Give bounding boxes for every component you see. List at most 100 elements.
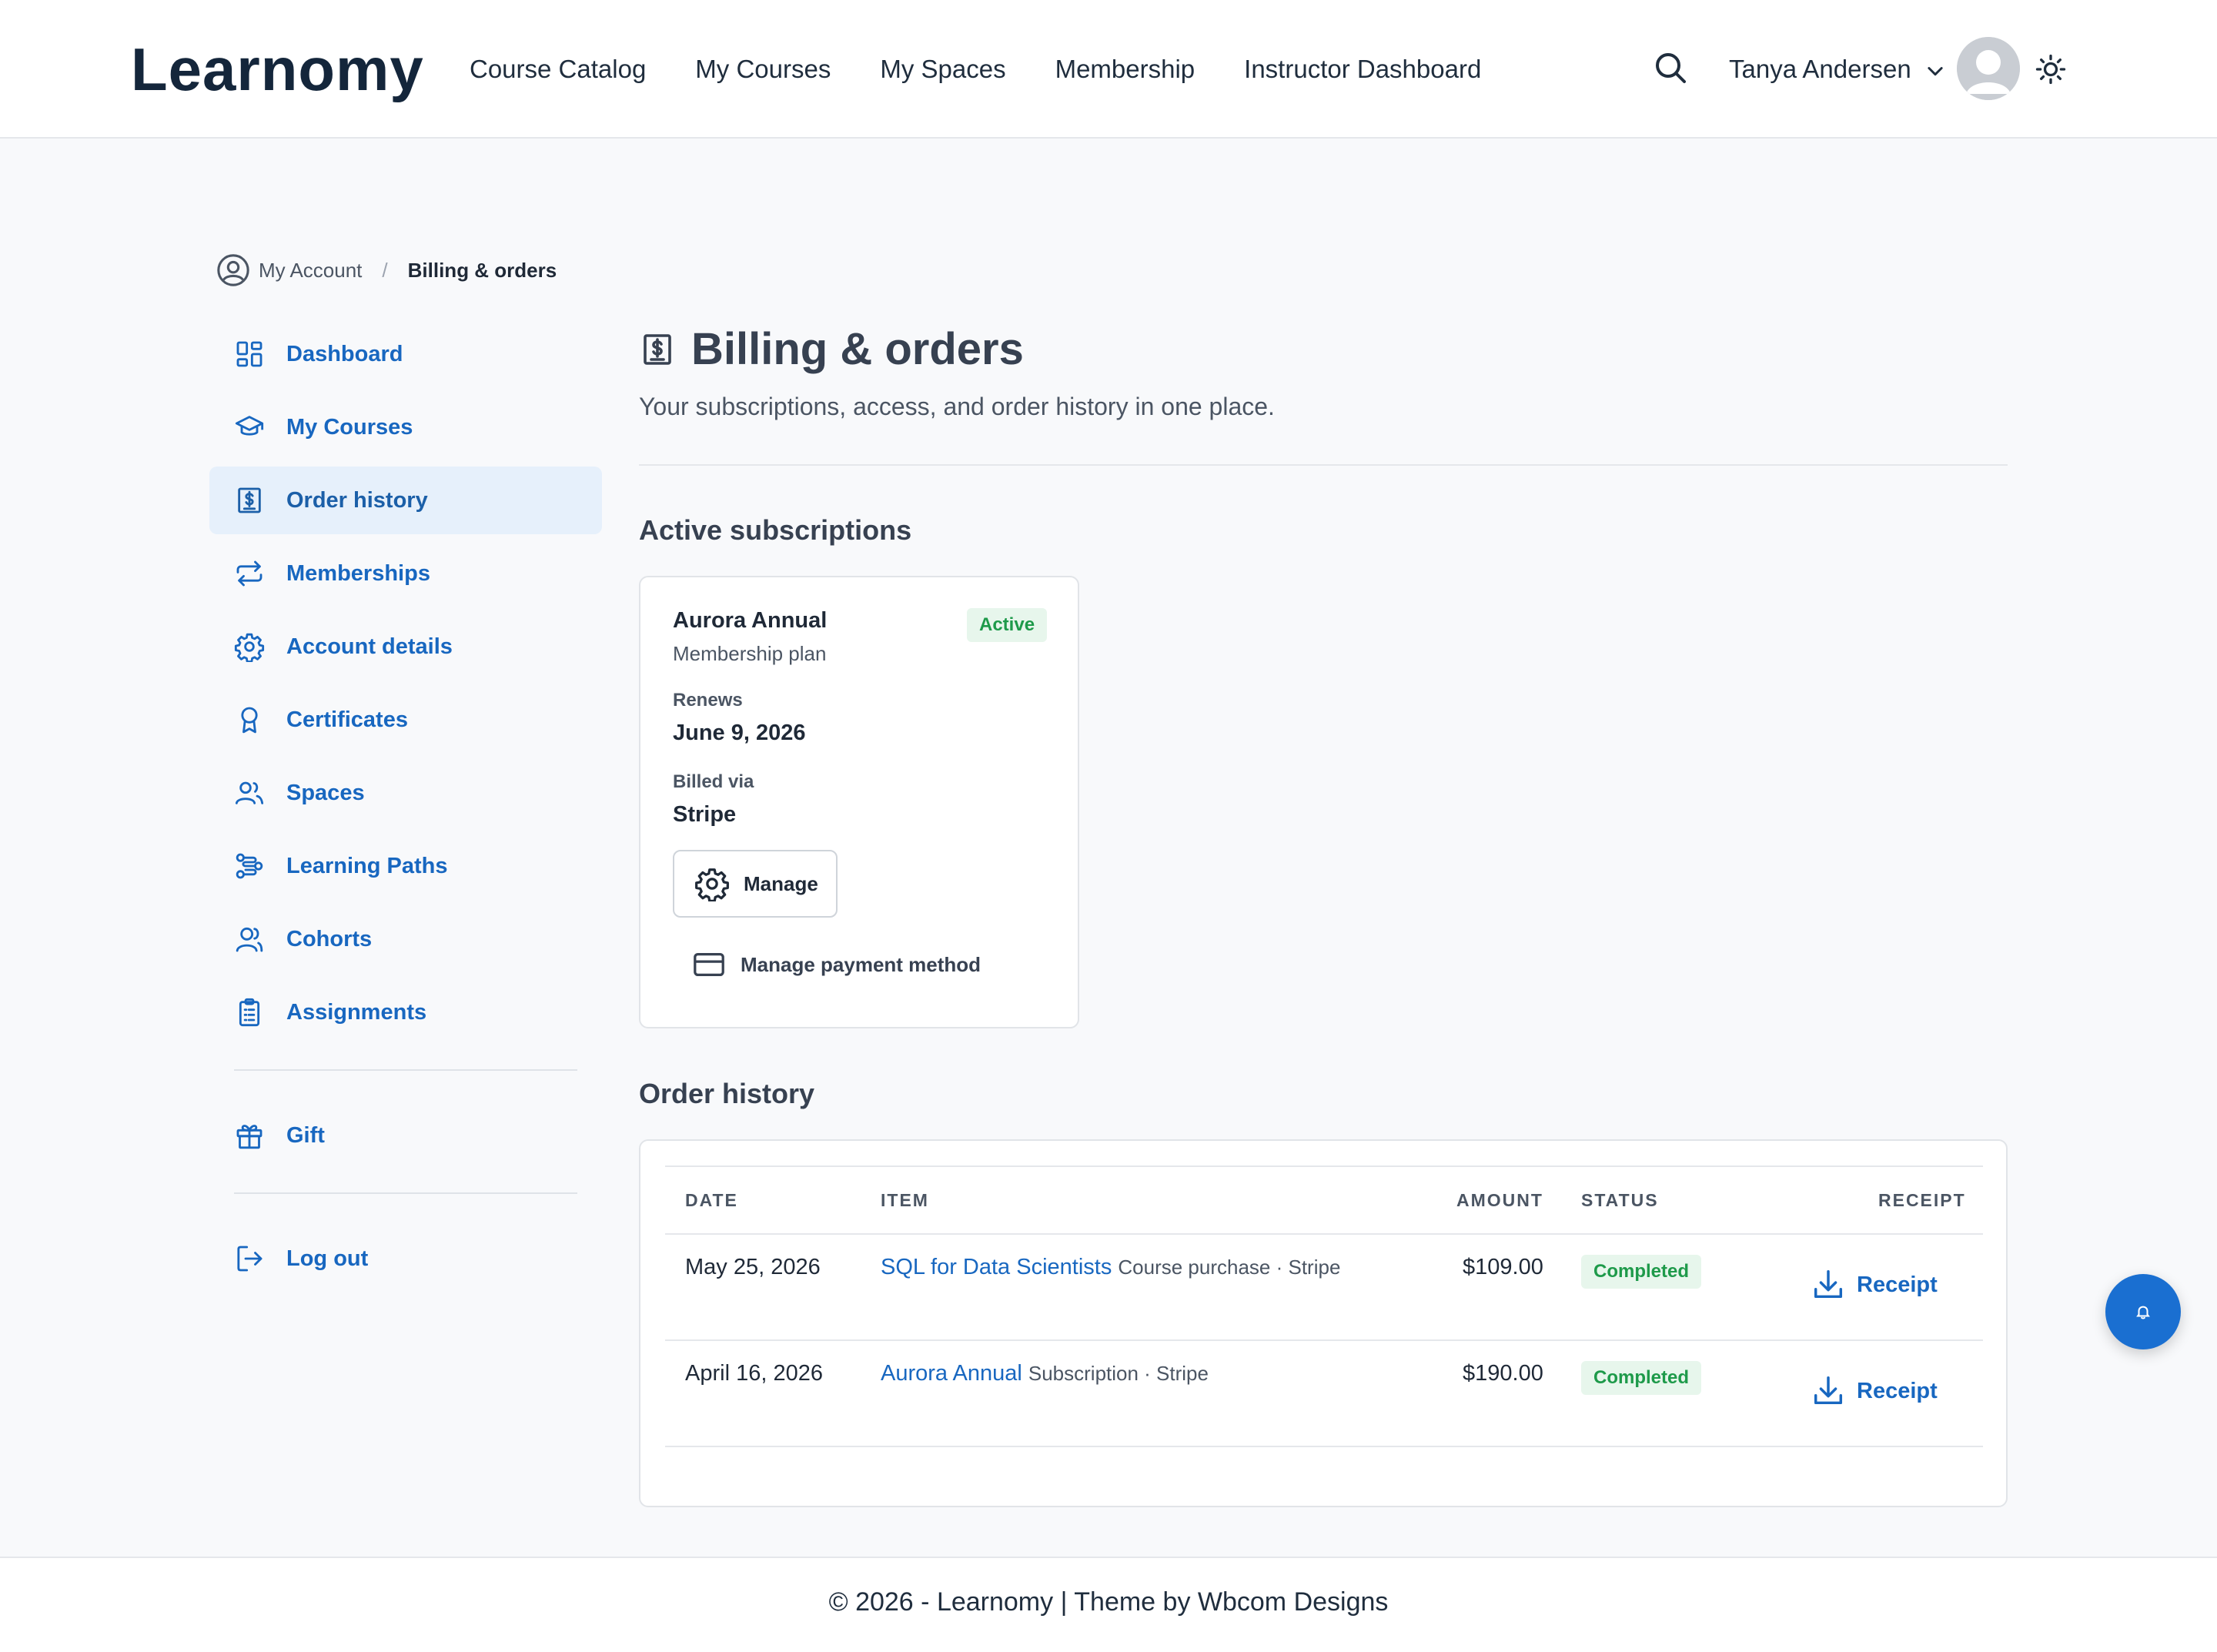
order-amount: $190.00 <box>1463 1361 1543 1386</box>
page-header: Billing & orders <box>639 323 1024 375</box>
sidebar-item-label: Assignments <box>286 999 427 1025</box>
sidebar-item-label: Dashboard <box>286 341 403 366</box>
billed-via-value: Stripe <box>673 802 737 827</box>
manage-subscription-button[interactable]: Manage <box>673 850 838 918</box>
route-icon <box>236 853 263 879</box>
manage-payment-method-link[interactable]: Manage payment method <box>691 947 981 982</box>
sidebar-item-label: Certificates <box>286 707 408 732</box>
renews-date: June 9, 2026 <box>673 721 806 745</box>
gear-icon <box>234 633 265 662</box>
sidebar-item-account-details[interactable]: Account details <box>209 613 602 681</box>
sidebar-item-memberships[interactable]: Memberships <box>209 540 602 607</box>
sidebar-item-label: Account details <box>286 634 453 659</box>
download-icon <box>1814 1376 1843 1405</box>
receipt-label: Receipt <box>1857 1378 1938 1403</box>
order-item-meta: Subscription · Stripe <box>1028 1362 1209 1385</box>
sidebar-item-label: Order history <box>286 487 428 513</box>
sidebar-item-cohorts[interactable]: Cohorts <box>209 905 602 973</box>
footer-author-link[interactable]: Wbcom Designs <box>1198 1587 1389 1617</box>
nav-my-spaces[interactable]: My Spaces <box>880 51 1005 88</box>
sidebar-item-certificates[interactable]: Certificates <box>209 686 602 754</box>
notification-fab-button[interactable] <box>2105 1274 2181 1349</box>
receipt-icon <box>238 487 261 513</box>
chevron-down-icon[interactable] <box>1924 60 1946 82</box>
breadcrumb: My Account / Billing & orders <box>216 252 557 288</box>
avatar[interactable] <box>1957 37 2020 100</box>
order-amount: $109.00 <box>1463 1255 1543 1279</box>
breadcrumb-separator: / <box>382 258 388 282</box>
nav-my-courses[interactable]: My Courses <box>695 51 831 88</box>
page-subtitle: Your subscriptions, access, and order hi… <box>639 393 1275 420</box>
sidebar-divider <box>234 1192 577 1194</box>
order-item-meta: Course purchase · Stripe <box>1118 1256 1341 1279</box>
receipt-label: Receipt <box>1857 1272 1938 1297</box>
user-menu-name[interactable]: Tanya Andersen <box>1729 51 1911 88</box>
column-status: STATUS <box>1581 1190 1659 1210</box>
sidebar-item-logout[interactable]: Log out <box>209 1225 602 1293</box>
billed-via-label: Billed via <box>673 771 754 792</box>
sidebar-item-order-history[interactable]: Order history <box>209 467 602 534</box>
gift-icon <box>236 1125 262 1149</box>
footer-copyright: © 2026 - <box>828 1587 937 1617</box>
subscription-plan: Membership plan <box>673 642 827 665</box>
award-icon <box>241 707 258 734</box>
site-header: Learnomy Course Catalog My Courses My Sp… <box>0 0 2217 139</box>
user-circle-icon <box>217 254 249 286</box>
main-nav: Course Catalog My Courses My Spaces Memb… <box>470 51 1530 88</box>
subscription-card: Aurora Annual Membership plan Active Ren… <box>639 576 1079 1028</box>
breadcrumb-current: Billing & orders <box>407 258 557 282</box>
divider <box>639 464 2008 466</box>
order-item-link[interactable]: SQL for Data Scientists <box>881 1255 1112 1279</box>
status-badge: Active <box>967 608 1048 642</box>
status-badge: Completed <box>1581 1255 1702 1289</box>
credit-card-icon <box>694 952 724 977</box>
column-amount: AMOUNT <box>1456 1190 1543 1210</box>
nav-membership[interactable]: Membership <box>1055 51 1195 88</box>
column-receipt: RECEIPT <box>1878 1190 1966 1210</box>
sidebar-item-learning-paths[interactable]: Learning Paths <box>209 832 602 900</box>
theme-toggle-icon[interactable] <box>2035 54 2066 85</box>
footer-theme-by: Theme by <box>1074 1587 1198 1617</box>
site-logo[interactable]: Learnomy <box>131 29 424 109</box>
section-title-subscriptions: Active subscriptions <box>639 514 912 546</box>
orders-card: DATE ITEM AMOUNT STATUS RECEIPT May 25, … <box>639 1139 2008 1507</box>
sidebar-item-assignments[interactable]: Assignments <box>209 978 602 1046</box>
sidebar-item-my-courses[interactable]: My Courses <box>209 393 602 461</box>
section-title-orders: Order history <box>639 1078 815 1109</box>
sidebar-item-label: Cohorts <box>286 926 373 951</box>
bell-icon <box>2136 1306 2150 1319</box>
receipt-link[interactable]: Receipt <box>1811 1267 1938 1303</box>
status-badge: Completed <box>1581 1361 1702 1395</box>
sidebar-item-dashboard[interactable]: Dashboard <box>209 320 602 388</box>
order-item: Aurora Annual Subscription · Stripe <box>881 1361 1209 1386</box>
sidebar-item-label: Memberships <box>286 560 430 586</box>
order-item-link[interactable]: Aurora Annual <box>881 1361 1022 1386</box>
user-group-icon <box>236 927 263 952</box>
renews-label: Renews <box>673 690 743 711</box>
clipboard-icon <box>239 998 260 1027</box>
footer-site-link[interactable]: Learnomy <box>937 1587 1053 1617</box>
sidebar-item-label: Spaces <box>286 780 365 805</box>
order-item: SQL for Data Scientists Course purchase … <box>881 1255 1340 1280</box>
breadcrumb-my-account[interactable]: My Account <box>259 259 362 283</box>
account-sidebar: Dashboard My Courses Order history Membe… <box>209 320 602 1298</box>
table-row: May 25, 2026 SQL for Data Scientists Cou… <box>665 1235 1983 1341</box>
column-item: ITEM <box>881 1190 929 1210</box>
download-icon <box>1814 1270 1843 1299</box>
sidebar-item-label: My Courses <box>286 414 413 440</box>
search-icon[interactable] <box>1652 49 1689 86</box>
sidebar-divider <box>234 1069 577 1071</box>
table-row: April 16, 2026 Aurora Annual Subscriptio… <box>665 1341 1983 1447</box>
sidebar-item-spaces[interactable]: Spaces <box>209 759 602 827</box>
receipt-link[interactable]: Receipt <box>1811 1373 1938 1409</box>
sidebar-item-label: Gift <box>286 1122 325 1148</box>
sidebar-item-gift[interactable]: Gift <box>209 1102 602 1169</box>
repeat-icon <box>236 560 262 587</box>
nav-instructor-dashboard[interactable]: Instructor Dashboard <box>1244 51 1481 88</box>
manage-payment-label: Manage payment method <box>741 952 981 976</box>
nav-course-catalog[interactable]: Course Catalog <box>470 51 646 88</box>
site-footer: © 2026 - Learnomy | Theme by Wbcom Desig… <box>0 1557 2217 1652</box>
footer-text: © 2026 - Learnomy | Theme by Wbcom Desig… <box>0 1558 2217 1617</box>
manage-button-label: Manage <box>744 871 818 895</box>
orders-table: DATE ITEM AMOUNT STATUS RECEIPT May 25, … <box>665 1165 1983 1447</box>
